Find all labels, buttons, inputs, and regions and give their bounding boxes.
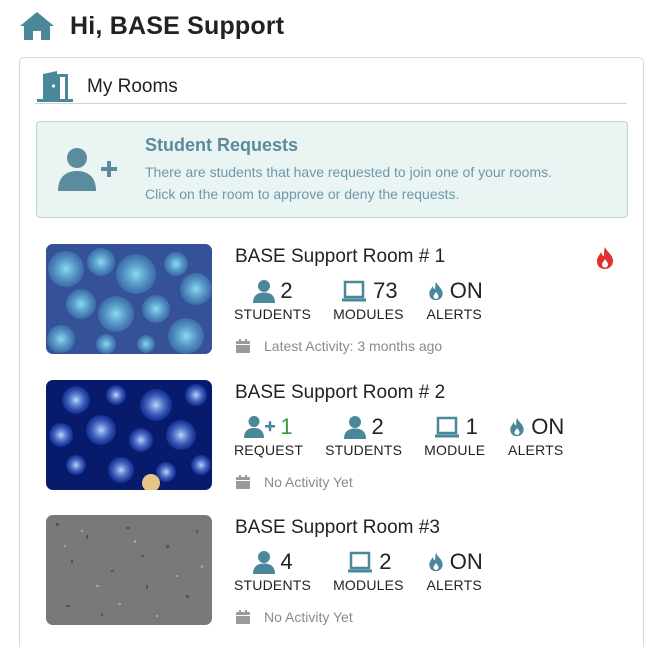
students-label: STUDENTS xyxy=(325,442,403,458)
room-stats: 2 STUDENTS 73 MODULES ON ALERTS xyxy=(234,278,505,322)
room-activity: No Activity Yet xyxy=(236,474,353,490)
modules-count: 2 xyxy=(379,549,392,574)
modules-count: 1 xyxy=(465,414,478,439)
requests-stat[interactable]: 1 REQUEST xyxy=(234,414,303,458)
modules-count: 73 xyxy=(373,278,398,303)
students-count: 2 xyxy=(280,278,293,303)
modules-label: MODULES xyxy=(333,306,404,322)
laptop-icon xyxy=(342,280,367,302)
user-icon xyxy=(253,551,276,574)
room-thumbnail[interactable] xyxy=(46,515,212,625)
my-rooms-card: My Rooms Student Requests There are stud… xyxy=(19,57,644,647)
calendar-icon xyxy=(236,610,250,624)
requests-label: REQUEST xyxy=(234,442,304,458)
home-icon[interactable] xyxy=(18,10,56,42)
students-count: 2 xyxy=(371,414,384,439)
alerts-label: ALERTS xyxy=(426,306,482,322)
students-label: STUDENTS xyxy=(234,306,312,322)
room-thumbnail[interactable] xyxy=(46,380,212,490)
room-stats: 4 STUDENTS 2 MODULES ON ALERTS xyxy=(234,549,505,593)
my-rooms-title: My Rooms xyxy=(87,75,178,97)
flame-icon xyxy=(510,417,524,437)
my-rooms-header: My Rooms xyxy=(35,70,627,104)
greeting-title: Hi, BASE Support xyxy=(70,11,285,40)
calendar-icon xyxy=(236,475,250,489)
students-label: STUDENTS xyxy=(234,577,312,593)
students-count: 4 xyxy=(280,549,293,574)
laptop-icon xyxy=(348,551,373,573)
modules-label: MODULE xyxy=(424,442,486,458)
room-thumbnail[interactable] xyxy=(46,244,212,354)
alerts-stat: ON ALERTS xyxy=(426,549,483,593)
laptop-icon xyxy=(434,416,459,438)
page-header: Hi, BASE Support xyxy=(18,8,284,44)
alerts-status: ON xyxy=(449,549,483,574)
door-icon xyxy=(37,70,73,102)
alerts-status: ON xyxy=(449,278,483,303)
student-requests-alert[interactable]: Student Requests There are students that… xyxy=(36,121,628,218)
alerts-stat: ON ALERTS xyxy=(426,278,483,322)
flame-icon xyxy=(429,281,443,301)
room-stats: 1 REQUEST 2 STUDENTS 1 MODULE ON ALERTS xyxy=(234,414,586,458)
students-stat: 2 STUDENTS xyxy=(325,414,402,458)
flame-icon xyxy=(429,552,443,572)
user-plus-icon xyxy=(58,148,117,191)
room-card[interactable]: BASE Support Room # 1 2 STUDENTS 73 MODU… xyxy=(46,244,626,356)
modules-label: MODULES xyxy=(333,577,404,593)
room-name[interactable]: BASE Support Room # 1 xyxy=(235,246,445,268)
room-name[interactable]: BASE Support Room #3 xyxy=(235,517,440,539)
room-activity: No Activity Yet xyxy=(236,609,353,625)
alerts-label: ALERTS xyxy=(508,442,564,458)
calendar-icon xyxy=(236,339,250,353)
modules-stat: 73 MODULES xyxy=(333,278,404,322)
alerts-status: ON xyxy=(531,414,565,439)
fire-icon xyxy=(597,247,613,269)
room-activity: Latest Activity: 3 months ago xyxy=(236,338,442,354)
room-card[interactable]: BASE Support Room #3 4 STUDENTS 2 MODULE… xyxy=(46,515,626,627)
room-name[interactable]: BASE Support Room # 2 xyxy=(235,382,445,404)
activity-text: No Activity Yet xyxy=(264,609,353,625)
alert-title: Student Requests xyxy=(145,135,299,155)
students-stat: 4 STUDENTS xyxy=(234,549,311,593)
modules-stat: 1 MODULE xyxy=(424,414,485,458)
user-plus-icon xyxy=(244,416,276,438)
alerts-stat: ON ALERTS xyxy=(507,414,564,458)
room-card[interactable]: BASE Support Room # 2 1 REQUEST 2 STUDEN… xyxy=(46,380,626,492)
students-stat: 2 STUDENTS xyxy=(234,278,311,322)
alerts-label: ALERTS xyxy=(426,577,482,593)
alert-text-line1: There are students that have requested t… xyxy=(145,164,553,180)
activity-text: Latest Activity: 3 months ago xyxy=(264,338,443,354)
requests-count: 1 xyxy=(280,414,293,439)
user-icon xyxy=(344,416,367,439)
user-icon xyxy=(253,280,276,303)
modules-stat: 2 MODULES xyxy=(333,549,404,593)
alert-text-line2: Click on the room to approve or deny the… xyxy=(145,186,460,202)
activity-text: No Activity Yet xyxy=(264,474,353,490)
